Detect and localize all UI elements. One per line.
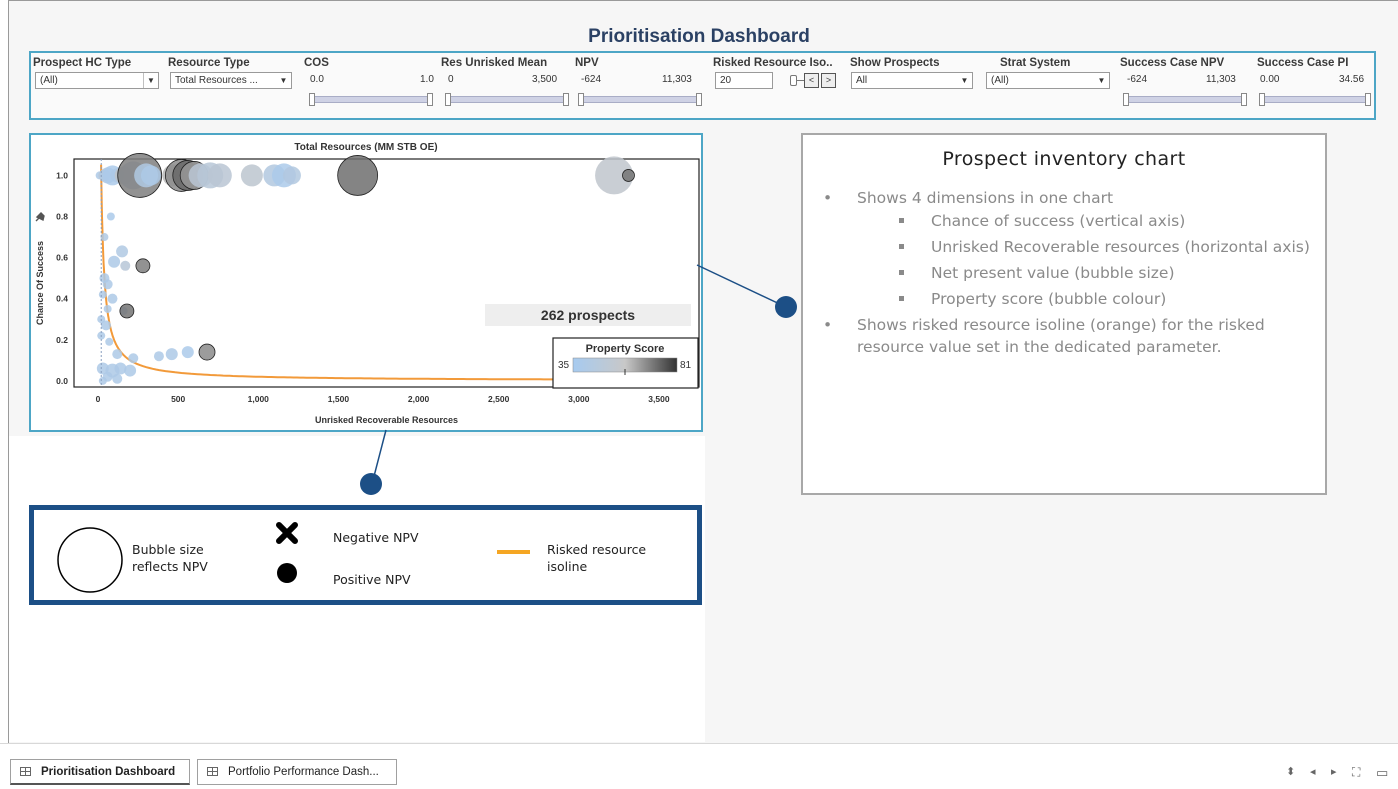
note-bullet: Shows risked resource isoline (orange) f… [821,314,1316,358]
note-title: Prospect inventory chart [942,148,1186,170]
bubble-size-icon [57,527,123,593]
tab-label: Prioritisation Dashboard [41,766,176,778]
connector-dot [360,473,382,495]
note-bullets: Shows 4 dimensions in one chart Chance o… [821,187,1316,359]
connector-line [696,264,787,308]
sort-updown-icon[interactable]: ⬍ [1286,765,1295,778]
prev-sheet-icon[interactable]: ◂ [1310,765,1316,778]
symbol-legend: Bubble size reflects NPV Negative NPV Po… [29,505,702,605]
tab-prioritisation-dashboard[interactable]: Prioritisation Dashboard [10,759,190,785]
note-sub-bullet: Chance of success (vertical axis) [821,210,1316,232]
connector-dot [775,296,797,318]
fullscreen-icon[interactable]: ⛶ [1352,765,1360,780]
note-sub-bullet: Net present value (bubble size) [821,262,1316,284]
sheet-tab-bar: Prioritisation Dashboard Portfolio Perfo… [0,743,1398,789]
positive-npv-icon [277,563,297,583]
tab-portfolio-performance-dash[interactable]: Portfolio Performance Dash... [197,759,397,785]
negative-npv-icon [276,522,298,544]
legend-isoline-text: Risked resource isoline [547,542,647,574]
tab-label: Portfolio Performance Dash... [228,766,379,778]
presentation-icon[interactable]: ▭ [1376,765,1388,781]
legend-positive-text: Positive NPV [333,572,411,587]
isoline-icon [497,550,530,554]
annotation-note: Prospect inventory chart Shows 4 dimensi… [801,133,1327,495]
note-sub-bullet: Property score (bubble colour) [821,288,1316,310]
note-bullet: Shows 4 dimensions in one chart [821,187,1316,209]
grid-icon [20,767,31,776]
next-sheet-icon[interactable]: ▸ [1331,765,1337,778]
legend-negative-text: Negative NPV [333,530,419,545]
note-sub-bullet: Unrisked Recoverable resources (horizont… [821,236,1316,258]
grid-icon [207,767,218,776]
legend-bubble-text: Bubble size reflects NPV [132,542,208,574]
